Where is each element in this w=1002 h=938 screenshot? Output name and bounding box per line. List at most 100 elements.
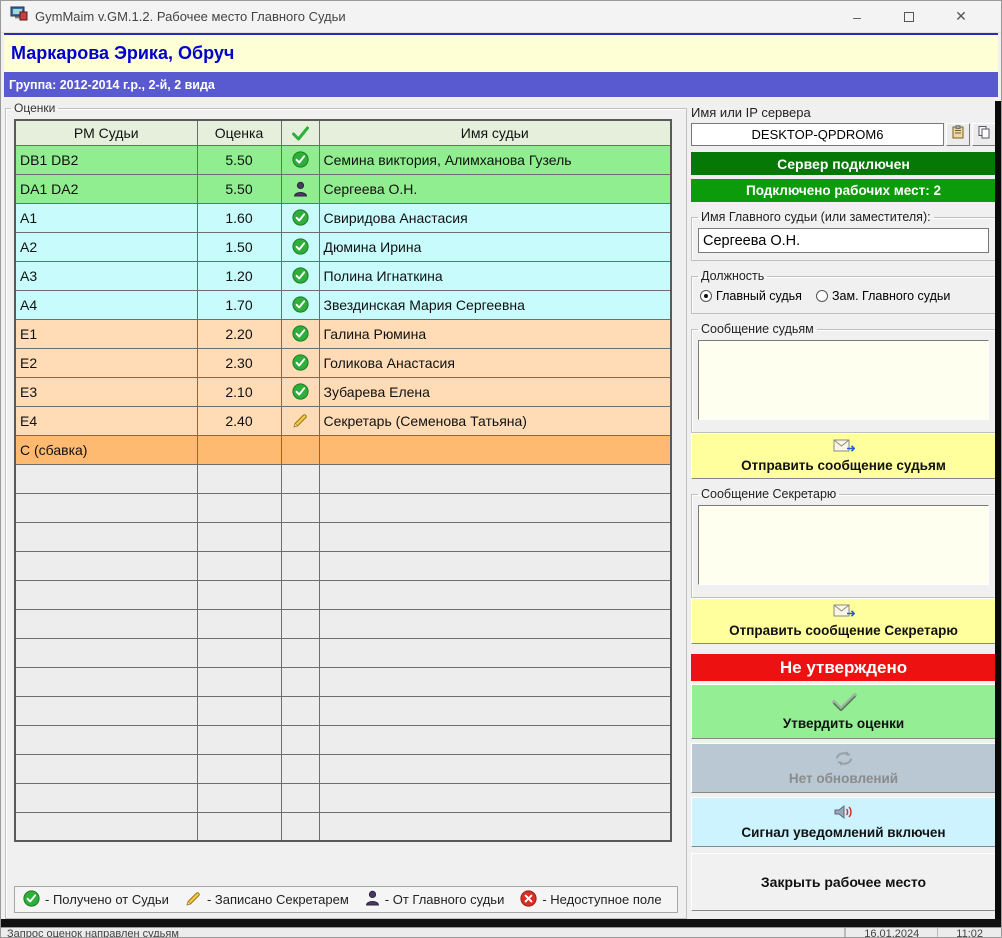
judge-name-cell[interactable] (319, 493, 671, 522)
judge-name-cell[interactable]: Свиридова Анастасия (319, 203, 671, 232)
judge-name-cell[interactable]: Звездинская Мария Сергеевна (319, 290, 671, 319)
score-cell[interactable] (197, 754, 281, 783)
score-cell[interactable] (197, 812, 281, 841)
score-row[interactable] (15, 696, 671, 725)
judge-name-input[interactable] (698, 228, 989, 253)
score-cell[interactable] (197, 522, 281, 551)
message-secretary-textarea[interactable] (698, 505, 989, 585)
score-cell[interactable]: 2.30 (197, 348, 281, 377)
rm-cell[interactable]: E1 (15, 319, 197, 348)
score-row[interactable] (15, 522, 671, 551)
judge-name-cell[interactable]: Галина Рюмина (319, 319, 671, 348)
judge-name-cell[interactable] (319, 435, 671, 464)
score-cell[interactable]: 1.70 (197, 290, 281, 319)
score-cell[interactable]: 1.50 (197, 232, 281, 261)
score-row[interactable]: A31.20 Полина Игнаткина (15, 261, 671, 290)
rm-cell[interactable]: С (сбавка) (15, 435, 197, 464)
score-row[interactable] (15, 609, 671, 638)
score-cell[interactable] (197, 551, 281, 580)
rm-cell[interactable]: A2 (15, 232, 197, 261)
rm-cell[interactable] (15, 667, 197, 696)
score-cell[interactable] (197, 667, 281, 696)
message-judges-textarea[interactable] (698, 340, 989, 420)
score-row[interactable] (15, 638, 671, 667)
server-input[interactable] (691, 123, 944, 146)
rm-cell[interactable] (15, 464, 197, 493)
score-row[interactable] (15, 493, 671, 522)
judge-name-cell[interactable]: Голикова Анастасия (319, 348, 671, 377)
score-cell[interactable] (197, 783, 281, 812)
score-cell[interactable]: 1.20 (197, 261, 281, 290)
score-row[interactable] (15, 783, 671, 812)
rm-cell[interactable] (15, 580, 197, 609)
rm-cell[interactable] (15, 493, 197, 522)
judge-name-cell[interactable]: Полина Игнаткина (319, 261, 671, 290)
score-cell[interactable] (197, 609, 281, 638)
score-cell[interactable] (197, 725, 281, 754)
rm-cell[interactable] (15, 551, 197, 580)
score-row[interactable]: E32.10Зубарева Елена (15, 377, 671, 406)
score-cell[interactable]: 2.20 (197, 319, 281, 348)
score-row[interactable]: E22.30 Голикова Анастасия (15, 348, 671, 377)
score-cell[interactable] (197, 464, 281, 493)
judge-name-cell[interactable] (319, 551, 671, 580)
maximize-button[interactable] (883, 1, 935, 32)
score-row[interactable] (15, 464, 671, 493)
score-row[interactable]: DB1 DB25.50Семина виктория, Алимханова Г… (15, 145, 671, 174)
score-row[interactable]: E12.20 Галина Рюмина (15, 319, 671, 348)
judge-name-cell[interactable]: Дюмина Ирина (319, 232, 671, 261)
score-row[interactable]: С (сбавка) (15, 435, 671, 464)
score-row[interactable]: A11.60 Свиридова Анастасия (15, 203, 671, 232)
rm-cell[interactable] (15, 725, 197, 754)
score-cell[interactable]: 1.60 (197, 203, 281, 232)
radio-icon[interactable] (700, 290, 712, 302)
judge-name-cell[interactable]: Секретарь (Семенова Татьяна) (319, 406, 671, 435)
score-cell[interactable]: 5.50 (197, 145, 281, 174)
rm-cell[interactable]: DB1 DB2 (15, 145, 197, 174)
rm-cell[interactable] (15, 638, 197, 667)
judge-name-cell[interactable] (319, 783, 671, 812)
position-radio-option[interactable]: Зам. Главного судьи (816, 289, 950, 303)
score-row[interactable]: A41.70 Звездинская Мария Сергеевна (15, 290, 671, 319)
score-row[interactable]: DA1 DA25.50Сергеева О.Н. (15, 174, 671, 203)
score-row[interactable] (15, 551, 671, 580)
rm-cell[interactable] (15, 696, 197, 725)
score-cell[interactable]: 5.50 (197, 174, 281, 203)
score-row[interactable] (15, 667, 671, 696)
copy-button[interactable] (972, 123, 996, 146)
rm-cell[interactable]: A1 (15, 203, 197, 232)
rm-cell[interactable] (15, 783, 197, 812)
rm-cell[interactable]: E2 (15, 348, 197, 377)
judge-name-cell[interactable]: Зубарева Елена (319, 377, 671, 406)
judge-name-cell[interactable] (319, 609, 671, 638)
score-cell[interactable]: 2.40 (197, 406, 281, 435)
rm-cell[interactable] (15, 754, 197, 783)
rm-cell[interactable] (15, 812, 197, 841)
judge-name-cell[interactable] (319, 638, 671, 667)
score-cell[interactable] (197, 493, 281, 522)
rm-cell[interactable]: E3 (15, 377, 197, 406)
judge-name-cell[interactable] (319, 812, 671, 841)
close-workplace-button[interactable]: Закрыть рабочее место (691, 853, 996, 911)
no-updates-button[interactable]: Нет обновлений (691, 743, 996, 793)
judge-name-cell[interactable]: Сергеева О.Н. (319, 174, 671, 203)
judge-name-cell[interactable] (319, 667, 671, 696)
rm-cell[interactable] (15, 609, 197, 638)
rm-cell[interactable]: A3 (15, 261, 197, 290)
rm-cell[interactable]: A4 (15, 290, 197, 319)
judge-name-cell[interactable] (319, 464, 671, 493)
minimize-button[interactable]: – (831, 1, 883, 32)
score-row[interactable] (15, 754, 671, 783)
score-row[interactable] (15, 725, 671, 754)
score-cell[interactable] (197, 435, 281, 464)
approve-scores-button[interactable]: Утвердить оценки (691, 684, 996, 739)
judge-name-cell[interactable] (319, 580, 671, 609)
score-cell[interactable] (197, 580, 281, 609)
radio-icon[interactable] (816, 290, 828, 302)
rm-cell[interactable] (15, 522, 197, 551)
position-radio-option[interactable]: Главный судья (700, 289, 802, 303)
score-cell[interactable] (197, 638, 281, 667)
judge-name-cell[interactable] (319, 522, 671, 551)
paste-button[interactable] (946, 123, 970, 146)
score-row[interactable]: E42.40Секретарь (Семенова Татьяна) (15, 406, 671, 435)
